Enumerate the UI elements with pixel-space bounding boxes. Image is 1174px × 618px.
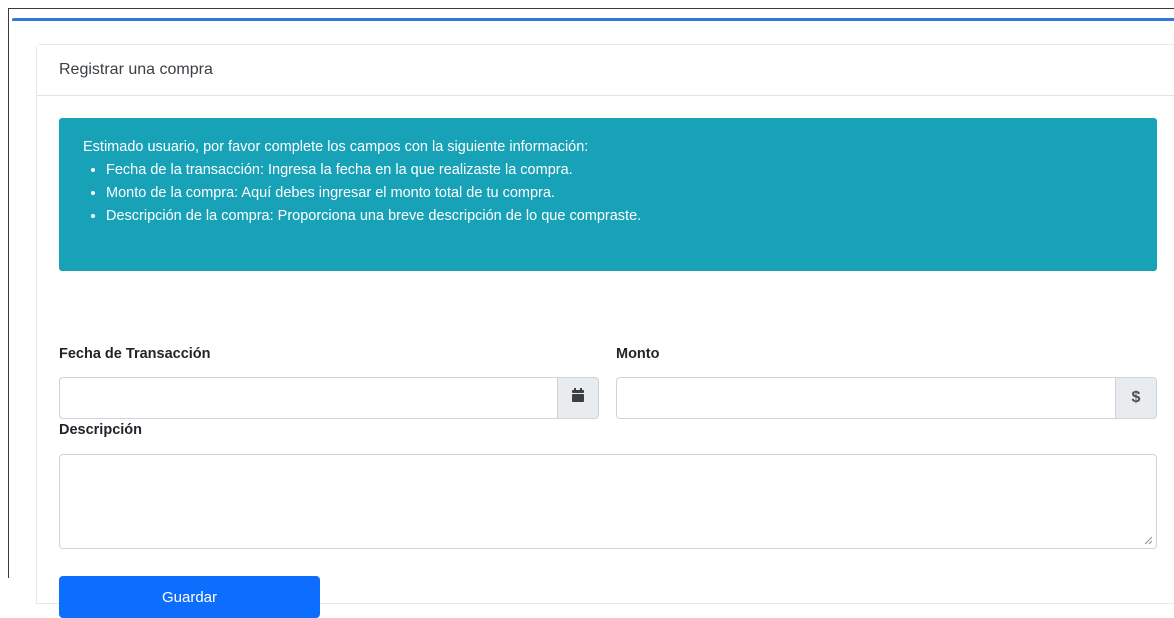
alert-item-descripcion: Descripción de la compra: Proporciona un… — [106, 205, 1133, 228]
monto-input-group: $ — [616, 377, 1157, 419]
alert-item-fecha: Fecha de la transacción: Ingresa la fech… — [106, 159, 1133, 182]
frame-top-border — [8, 8, 1174, 9]
alert-list: Fecha de la transacción: Ingresa la fech… — [83, 159, 1133, 228]
dollar-sign: $ — [1131, 389, 1141, 406]
fecha-input[interactable] — [59, 377, 557, 419]
alert-item-monto: Monto de la compra: Aquí debes ingresar … — [106, 182, 1133, 205]
monto-label: Monto — [616, 346, 660, 362]
card-title: Registrar una compra — [59, 61, 213, 78]
alert-intro: Estimado usuario, por favor complete los… — [83, 139, 589, 155]
descripcion-label: Descripción — [59, 422, 142, 438]
card-header: Registrar una compra — [37, 45, 1174, 96]
descripcion-textarea[interactable] — [59, 454, 1157, 549]
accent-strip — [12, 18, 1174, 21]
monto-input[interactable] — [616, 377, 1115, 419]
page-frame: Registrar una compra Estimado usuario, p… — [0, 0, 1174, 618]
fecha-label: Fecha de Transacción — [59, 346, 211, 362]
purchase-card: Registrar una compra Estimado usuario, p… — [36, 44, 1174, 618]
calendar-icon — [571, 388, 585, 408]
dollar-addon: $ — [1115, 377, 1157, 419]
calendar-button[interactable] — [557, 377, 599, 419]
frame-left-border — [8, 8, 9, 578]
save-button[interactable]: Guardar — [59, 576, 320, 618]
info-alert: Estimado usuario, por favor complete los… — [59, 118, 1157, 271]
resize-grip-icon[interactable] — [1143, 535, 1153, 545]
fecha-input-group — [59, 377, 599, 419]
